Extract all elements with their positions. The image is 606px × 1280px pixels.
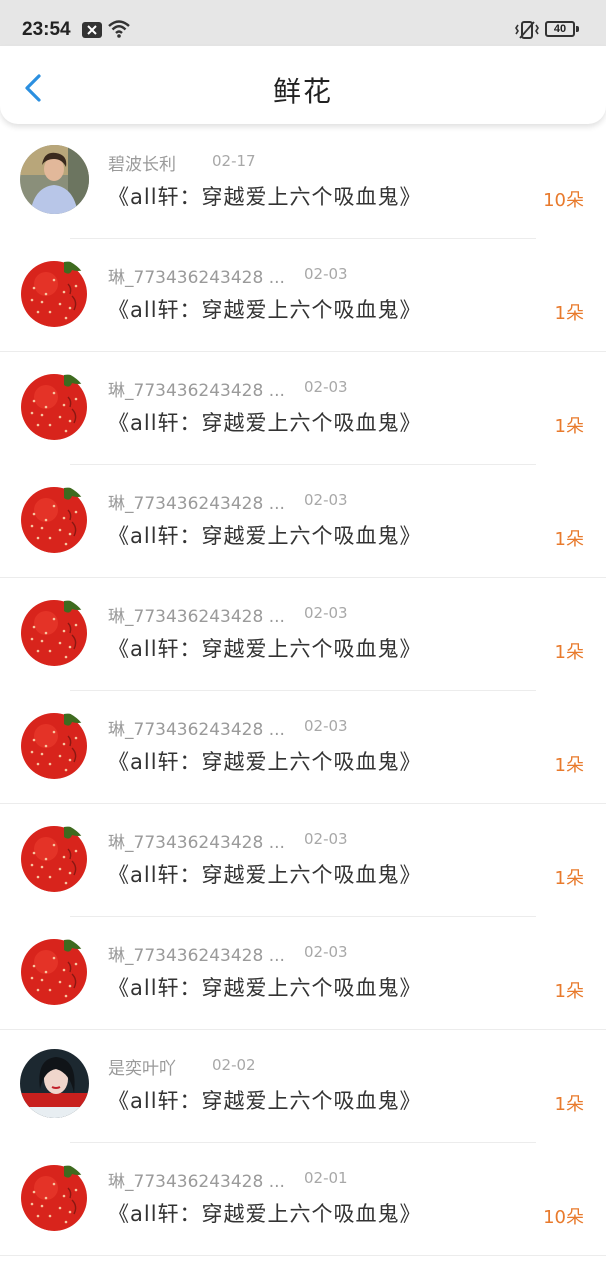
vibrate-icon (514, 20, 540, 44)
flower-count: 1朵 (554, 981, 584, 1002)
list-item[interactable]: 琳_773436243428 ... 02-03 《all轩：穿越爱上六个吸血鬼》 1… (0, 804, 606, 917)
status-bar: 23:54 40 (0, 0, 606, 46)
avatar-strawberry-image[interactable] (20, 1162, 89, 1231)
username[interactable]: 琳_773436243428 ... (108, 1167, 285, 1192)
flower-count: 1朵 (554, 1094, 584, 1115)
flower-count: 10朵 (543, 1207, 584, 1228)
list-item[interactable]: 是奕叶吖 02-02 《all轩：穿越爱上六个吸血鬼》 1朵 (0, 1030, 606, 1143)
avatar-person-image[interactable] (20, 145, 89, 214)
username[interactable]: 琳_773436243428 ... (108, 602, 285, 627)
list-item[interactable]: 琳_773436243428 ... 02-03 《all轩：穿越爱上六个吸血鬼》 1… (0, 691, 606, 804)
status-time: 23:54 (22, 19, 71, 40)
flower-count: 1朵 (554, 642, 584, 663)
gift-date: 02-03 (304, 265, 348, 283)
username[interactable]: 琳_773436243428 ... (108, 828, 285, 853)
book-title: 《all轩：穿越爱上六个吸血鬼》 (108, 1089, 422, 1113)
gift-date: 02-17 (212, 152, 256, 170)
gift-date: 02-03 (304, 491, 348, 509)
list-item[interactable]: 琳_773436243428 ... 02-03 《all轩：穿越爱上六个吸血鬼》 1… (0, 578, 606, 691)
notification-icon (82, 22, 102, 42)
avatar-strawberry-image[interactable] (20, 258, 89, 327)
gift-date: 02-03 (304, 604, 348, 622)
username[interactable]: 琳_773436243428 ... (108, 376, 285, 401)
gift-date: 02-03 (304, 943, 348, 961)
flower-count: 1朵 (554, 755, 584, 776)
username[interactable]: 琳_773436243428 ... (108, 263, 285, 288)
avatar-strawberry-image[interactable] (20, 371, 89, 440)
gift-date: 02-01 (304, 1169, 348, 1187)
book-title: 《all轩：穿越爱上六个吸血鬼》 (108, 976, 422, 1000)
username[interactable]: 碧波长利 (108, 150, 176, 175)
username[interactable]: 琳_773436243428 ... (108, 715, 285, 740)
page-title: 鲜花 (272, 75, 333, 108)
avatar-strawberry-image[interactable] (20, 710, 89, 779)
book-title: 《all轩：穿越爱上六个吸血鬼》 (108, 1202, 422, 1226)
battery-cap (576, 26, 579, 32)
list-item[interactable]: 琳_773436243428 ... 02-03 《all轩：穿越爱上六个吸血鬼》 1… (0, 465, 606, 578)
avatar-woman-image[interactable] (20, 1049, 89, 1118)
avatar-strawberry-image[interactable] (20, 936, 89, 1005)
gift-date: 02-03 (304, 717, 348, 735)
username[interactable]: 琳_773436243428 ... (108, 489, 285, 514)
book-title: 《all轩：穿越爱上六个吸血鬼》 (108, 411, 422, 435)
gift-date: 02-03 (304, 830, 348, 848)
book-title: 《all轩：穿越爱上六个吸血鬼》 (108, 750, 422, 774)
list-item[interactable]: 琳_773436243428 ... 02-03 《all轩：穿越爱上六个吸血鬼》 1… (0, 352, 606, 465)
flower-count: 1朵 (554, 868, 584, 889)
gift-date: 02-03 (304, 378, 348, 396)
list-item[interactable]: 碧波长利 02-17 《all轩：穿越爱上六个吸血鬼》 10朵 (0, 126, 606, 239)
avatar-strawberry-image[interactable] (20, 484, 89, 553)
book-title: 《all轩：穿越爱上六个吸血鬼》 (108, 637, 422, 661)
flower-count: 1朵 (554, 303, 584, 324)
username[interactable]: 是奕叶吖 (108, 1054, 176, 1079)
book-title: 《all轩：穿越爱上六个吸血鬼》 (108, 524, 422, 548)
list-item[interactable]: 琳_773436243428 ... 02-03 《all轩：穿越爱上六个吸血鬼》 1… (0, 239, 606, 352)
book-title: 《all轩：穿越爱上六个吸血鬼》 (108, 863, 422, 887)
book-title: 《all轩：穿越爱上六个吸血鬼》 (108, 298, 422, 322)
avatar-strawberry-image[interactable] (20, 597, 89, 666)
list-item[interactable]: 琳_773436243428 ... 02-03 《all轩：穿越爱上六个吸血鬼》 1… (0, 917, 606, 1030)
flower-count: 1朵 (554, 416, 584, 437)
flower-count: 10朵 (543, 190, 584, 211)
flower-list: 碧波长利 02-17 《all轩：穿越爱上六个吸血鬼》 10朵 琳_7734362434… (0, 126, 606, 1256)
list-item[interactable]: 琳_773436243428 ... 02-01 《all轩：穿越爱上六个吸血鬼》 1… (0, 1143, 606, 1256)
username[interactable]: 琳_773436243428 ... (108, 941, 285, 966)
gift-date: 02-02 (212, 1056, 256, 1074)
avatar-strawberry-image[interactable] (20, 823, 89, 892)
wifi-icon (108, 19, 130, 43)
header-bar: 鲜花 (0, 46, 606, 124)
row-divider (0, 1255, 606, 1256)
book-title: 《all轩：穿越爱上六个吸血鬼》 (108, 185, 422, 209)
battery-indicator: 40 (545, 21, 575, 37)
flower-count: 1朵 (554, 529, 584, 550)
